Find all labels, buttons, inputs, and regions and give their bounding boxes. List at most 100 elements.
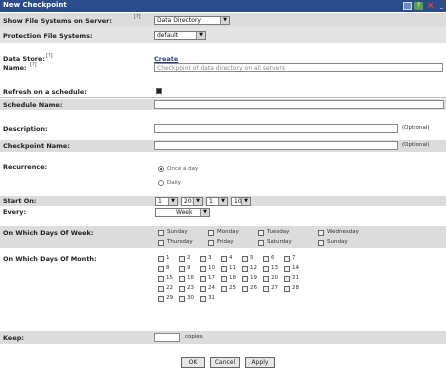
day-of-month-checkbox[interactable]: [263, 276, 269, 282]
cancel-button[interactable]: Cancel: [210, 357, 240, 368]
restore-icon[interactable]: [403, 2, 412, 10]
chevron-down-icon: ▼: [193, 198, 202, 205]
description-optional: (Optional): [400, 124, 432, 133]
day-of-week-label: Sunday: [327, 239, 348, 245]
keep-input[interactable]: [154, 333, 180, 342]
close-button[interactable]: ×: [426, 2, 435, 11]
data-store-help[interactable]: [?]: [46, 53, 53, 59]
show-filesystems-select[interactable]: Data Directory ▼: [154, 16, 230, 25]
description-label: Description:: [3, 125, 48, 133]
day-of-month-checkbox[interactable]: [200, 266, 206, 272]
new-checkpoint-window: New Checkpoint ? × _ Show File Systems o…: [0, 0, 446, 374]
day-of-month-label: 10: [208, 265, 215, 271]
recurrence-once-label: Once a day: [167, 166, 199, 172]
day-of-month-label: 23: [187, 285, 194, 291]
keep-row: Keep: copies: [0, 331, 446, 344]
day-of-month-checkbox[interactable]: [200, 256, 206, 262]
day-of-month-checkbox[interactable]: [221, 286, 227, 292]
checkpoint-name-optional: (Optional): [402, 142, 430, 148]
schedule-name-label: Schedule Name:: [3, 101, 63, 109]
day-of-month-label: 6: [271, 255, 275, 261]
day-of-month-checkbox[interactable]: [179, 266, 185, 272]
day-of-month-checkbox[interactable]: [158, 256, 164, 262]
day-of-month-checkbox[interactable]: [200, 276, 206, 282]
days-of-week-row: On Which Days Of Week: Sunday Monday Tuesd…: [0, 226, 446, 248]
day-of-month-checkbox[interactable]: [200, 296, 206, 302]
description-input[interactable]: [154, 124, 398, 133]
recurrence-daily-radio[interactable]: [158, 180, 164, 186]
window-title: New Checkpoint: [3, 1, 67, 9]
day-of-month-checkbox[interactable]: [263, 266, 269, 272]
day-of-month-checkbox[interactable]: [242, 256, 248, 262]
recurrence-row: Recurrence: Once a day Daily: [0, 161, 446, 197]
day-of-month-checkbox[interactable]: [200, 286, 206, 292]
help-button[interactable]: ?: [414, 2, 423, 10]
day-of-month-checkbox[interactable]: [263, 286, 269, 292]
day-of-month-label: 24: [208, 285, 215, 291]
day-of-month-checkbox[interactable]: [158, 266, 164, 272]
schedule-name-row: Schedule Name:: [0, 99, 446, 110]
every-select[interactable]: Week ▼: [155, 208, 210, 217]
day-of-week-checkbox[interactable]: [258, 230, 264, 236]
every-row: Every: Week ▼: [0, 206, 446, 218]
day-of-month-checkbox[interactable]: [263, 256, 269, 262]
apply-button[interactable]: Apply: [245, 357, 275, 368]
day-of-week-checkbox[interactable]: [318, 230, 324, 236]
day-of-month-checkbox[interactable]: [179, 296, 185, 302]
day-of-month-checkbox[interactable]: [158, 286, 164, 292]
day-of-month-label: 29: [166, 295, 173, 301]
day-of-month-label: 28: [292, 285, 299, 291]
day-of-month-checkbox[interactable]: [242, 276, 248, 282]
chevron-down-icon: ▼: [218, 198, 227, 205]
refresh-checkbox[interactable]: [156, 88, 162, 94]
day-of-month-checkbox[interactable]: [284, 266, 290, 272]
ok-button[interactable]: OK: [181, 357, 205, 368]
day-of-month-label: 13: [271, 265, 278, 271]
day-of-month-checkbox[interactable]: [179, 286, 185, 292]
day-of-month-label: 21: [292, 275, 299, 281]
day-of-week-label: Thursday: [167, 239, 193, 245]
day-of-week-checkbox[interactable]: [158, 240, 164, 246]
show-filesystems-help[interactable]: [?]: [134, 14, 141, 20]
day-of-month-checkbox[interactable]: [158, 276, 164, 282]
start-hour-select[interactable]: 1 ▼: [206, 197, 228, 206]
schedule-name-input[interactable]: [154, 100, 444, 109]
day-of-month-checkbox[interactable]: [221, 266, 227, 272]
day-of-month-checkbox[interactable]: [158, 296, 164, 302]
day-of-week-label: Wednesday: [327, 229, 359, 235]
name-input[interactable]: Checkpoint of data directory on all serv…: [154, 63, 443, 72]
day-of-month-checkbox[interactable]: [179, 256, 185, 262]
checkpoint-name-input[interactable]: [154, 141, 398, 150]
minimize-button[interactable]: _: [437, 2, 446, 10]
day-of-month-checkbox[interactable]: [284, 286, 290, 292]
day-of-week-checkbox[interactable]: [208, 230, 214, 236]
day-of-month-checkbox[interactable]: [221, 276, 227, 282]
recurrence-once-radio[interactable]: [158, 166, 164, 172]
day-of-week-label: Friday: [217, 239, 234, 245]
day-of-month-checkbox[interactable]: [221, 256, 227, 262]
day-of-month-label: 17: [208, 275, 215, 281]
start-minute-select[interactable]: 10 ▼: [231, 197, 251, 206]
start-year-select[interactable]: 2013 ▼: [181, 197, 203, 206]
divider: [0, 97, 446, 98]
day-of-month-label: 15: [166, 275, 173, 281]
name-help[interactable]: [?]: [30, 62, 37, 68]
day-of-week-checkbox[interactable]: [318, 240, 324, 246]
day-of-week-checkbox[interactable]: [258, 240, 264, 246]
day-of-week-checkbox[interactable]: [158, 230, 164, 236]
day-of-week-checkbox[interactable]: [208, 240, 214, 246]
day-of-month-label: 9: [187, 265, 191, 271]
day-of-month-label: 1: [166, 255, 170, 261]
keep-label: Keep:: [3, 334, 24, 342]
day-of-month-checkbox[interactable]: [284, 276, 290, 282]
start-day-select[interactable]: 1 ▼: [155, 197, 178, 206]
day-of-month-checkbox[interactable]: [179, 276, 185, 282]
day-of-month-checkbox[interactable]: [242, 266, 248, 272]
day-of-month-label: 19: [250, 275, 257, 281]
day-of-week-label: Tuesday: [267, 229, 290, 235]
protection-select[interactable]: default ▼: [154, 31, 206, 40]
day-of-month-label: 14: [292, 265, 299, 271]
day-of-month-label: 2: [187, 255, 191, 261]
day-of-month-checkbox[interactable]: [284, 256, 290, 262]
day-of-month-checkbox[interactable]: [242, 286, 248, 292]
